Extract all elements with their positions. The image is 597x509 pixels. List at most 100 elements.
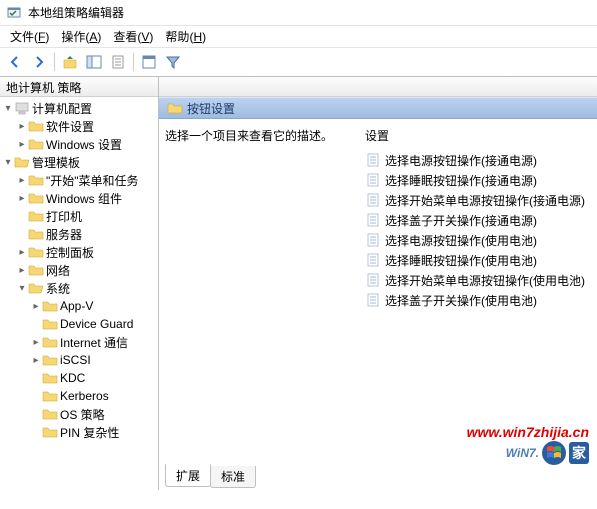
tree-item-network[interactable]: ▸ 网络 bbox=[0, 261, 158, 279]
tree-item-software[interactable]: ▸ 软件设置 bbox=[0, 117, 158, 135]
menu-file[interactable]: 文件(F) bbox=[4, 26, 55, 47]
right-pane-tabs: 扩展 标准 bbox=[159, 468, 597, 490]
right-pane-title-bar: 按钮设置 bbox=[159, 97, 597, 119]
tree-label: iSCSI bbox=[60, 353, 91, 367]
folder-icon bbox=[42, 388, 58, 404]
setting-item[interactable]: 选择电源按钮操作(使用电池) bbox=[365, 230, 591, 250]
policy-icon bbox=[365, 232, 381, 248]
tree-pane: 地计算机 策略 ▾ 计算机配置 ▸ 软件设置 ▸ Windows 设置 ▾ 管理… bbox=[0, 77, 159, 490]
folder-icon bbox=[42, 424, 58, 440]
tree-label: Internet 通信 bbox=[60, 334, 128, 351]
tree-label: KDC bbox=[60, 371, 85, 385]
policy-icon bbox=[365, 192, 381, 208]
tree-label: 管理模板 bbox=[32, 154, 80, 171]
app-title: 本地组策略编辑器 bbox=[28, 4, 124, 21]
menubar: 文件(F) 操作(A) 查看(V) 帮助(H) bbox=[0, 26, 597, 48]
setting-item[interactable]: 选择开始菜单电源按钮操作(使用电池) bbox=[365, 270, 591, 290]
filter-button[interactable] bbox=[162, 51, 184, 73]
setting-item[interactable]: 选择开始菜单电源按钮操作(接通电源) bbox=[365, 190, 591, 210]
expand-icon[interactable]: ▸ bbox=[30, 355, 42, 366]
tree-item-system[interactable]: ▾ 系统 bbox=[0, 279, 158, 297]
policy-icon bbox=[365, 172, 381, 188]
tree-label: 打印机 bbox=[46, 208, 82, 225]
setting-item[interactable]: 选择盖子开关操作(使用电池) bbox=[365, 290, 591, 310]
tree-label: Windows 组件 bbox=[46, 190, 122, 207]
tree-label: "开始"菜单和任务 bbox=[46, 172, 139, 189]
folder-open-icon bbox=[14, 154, 30, 170]
setting-label: 选择电源按钮操作(使用电池) bbox=[385, 232, 537, 249]
collapse-icon[interactable]: ▾ bbox=[16, 283, 28, 294]
tree-item-control-panel[interactable]: ▸ 控制面板 bbox=[0, 243, 158, 261]
tree-item-os-policy[interactable]: OS 策略 bbox=[0, 405, 158, 423]
menu-action[interactable]: 操作(A) bbox=[55, 26, 107, 47]
tree-item-appv[interactable]: ▸ App-V bbox=[0, 297, 158, 315]
setting-item[interactable]: 选择睡眠按钮操作(使用电池) bbox=[365, 250, 591, 270]
tree-label: 计算机配置 bbox=[32, 100, 92, 117]
up-button[interactable] bbox=[59, 51, 81, 73]
tree-item-iscsi[interactable]: ▸ iSCSI bbox=[0, 351, 158, 369]
policy-icon bbox=[365, 292, 381, 308]
tree-admin-templates[interactable]: ▾ 管理模板 bbox=[0, 153, 158, 171]
right-pane-header-spacer bbox=[159, 77, 597, 97]
tree-item-internet[interactable]: ▸ Internet 通信 bbox=[0, 333, 158, 351]
folder-icon bbox=[28, 226, 44, 242]
folder-open-icon bbox=[28, 280, 44, 296]
tree-item-printer[interactable]: 打印机 bbox=[0, 207, 158, 225]
expand-icon[interactable]: ▸ bbox=[30, 337, 42, 348]
tab-extended[interactable]: 扩展 bbox=[165, 464, 211, 487]
expand-icon[interactable]: ▸ bbox=[16, 193, 28, 204]
tree-item-windows-settings[interactable]: ▸ Windows 设置 bbox=[0, 135, 158, 153]
tree-item-kdc[interactable]: KDC bbox=[0, 369, 158, 387]
policy-icon bbox=[365, 252, 381, 268]
tree-label: 系统 bbox=[46, 280, 70, 297]
expand-icon[interactable]: ▸ bbox=[16, 121, 28, 132]
expand-icon[interactable]: ▸ bbox=[16, 247, 28, 258]
policy-icon bbox=[365, 212, 381, 228]
tree-item-win-components[interactable]: ▸ Windows 组件 bbox=[0, 189, 158, 207]
tree-root-computer-config[interactable]: ▾ 计算机配置 bbox=[0, 99, 158, 117]
folder-icon bbox=[42, 334, 58, 350]
show-hide-tree-button[interactable] bbox=[83, 51, 105, 73]
setting-label: 选择睡眠按钮操作(接通电源) bbox=[385, 172, 537, 189]
tab-standard[interactable]: 标准 bbox=[210, 466, 256, 488]
tree-item-pin[interactable]: PIN 复杂性 bbox=[0, 423, 158, 441]
folder-icon bbox=[42, 352, 58, 368]
folder-icon bbox=[28, 208, 44, 224]
folder-icon bbox=[28, 172, 44, 188]
back-button[interactable] bbox=[4, 51, 26, 73]
toolbar-separator bbox=[54, 53, 55, 71]
tree-label: 控制面板 bbox=[46, 244, 94, 261]
tree: ▾ 计算机配置 ▸ 软件设置 ▸ Windows 设置 ▾ 管理模板 ▸ bbox=[0, 97, 158, 441]
menu-view[interactable]: 查看(V) bbox=[107, 26, 159, 47]
menu-help[interactable]: 帮助(H) bbox=[159, 26, 212, 47]
policy-icon bbox=[365, 272, 381, 288]
properties-button[interactable] bbox=[107, 51, 129, 73]
setting-label: 选择盖子开关操作(接通电源) bbox=[385, 212, 537, 229]
tree-label: Kerberos bbox=[60, 389, 109, 403]
refresh-button[interactable] bbox=[138, 51, 160, 73]
folder-icon bbox=[42, 298, 58, 314]
setting-label: 选择开始菜单电源按钮操作(接通电源) bbox=[385, 192, 585, 209]
right-pane-body: 选择一个项目来查看它的描述。 设置 选择电源按钮操作(接通电源)选择睡眠按钮操作… bbox=[159, 119, 597, 468]
tree-header: 地计算机 策略 bbox=[0, 77, 158, 97]
content: 地计算机 策略 ▾ 计算机配置 ▸ 软件设置 ▸ Windows 设置 ▾ 管理… bbox=[0, 76, 597, 490]
expand-icon[interactable]: ▸ bbox=[16, 175, 28, 186]
tree-item-device-guard[interactable]: Device Guard bbox=[0, 315, 158, 333]
setting-item[interactable]: 选择电源按钮操作(接通电源) bbox=[365, 150, 591, 170]
folder-icon bbox=[28, 118, 44, 134]
forward-button[interactable] bbox=[28, 51, 50, 73]
tree-item-startmenu[interactable]: ▸ "开始"菜单和任务 bbox=[0, 171, 158, 189]
setting-item[interactable]: 选择睡眠按钮操作(接通电源) bbox=[365, 170, 591, 190]
setting-item[interactable]: 选择盖子开关操作(接通电源) bbox=[365, 210, 591, 230]
expand-icon[interactable]: ▸ bbox=[16, 139, 28, 150]
tree-item-kerberos[interactable]: Kerberos bbox=[0, 387, 158, 405]
collapse-icon[interactable]: ▾ bbox=[2, 157, 14, 168]
expand-icon[interactable]: ▸ bbox=[16, 265, 28, 276]
settings-column-header[interactable]: 设置 bbox=[365, 127, 591, 150]
expand-icon[interactable]: ▸ bbox=[30, 301, 42, 312]
toolbar bbox=[0, 48, 597, 76]
collapse-icon[interactable]: ▾ bbox=[2, 103, 14, 114]
tree-item-server[interactable]: 服务器 bbox=[0, 225, 158, 243]
policy-icon bbox=[365, 152, 381, 168]
computer-icon bbox=[14, 100, 30, 116]
